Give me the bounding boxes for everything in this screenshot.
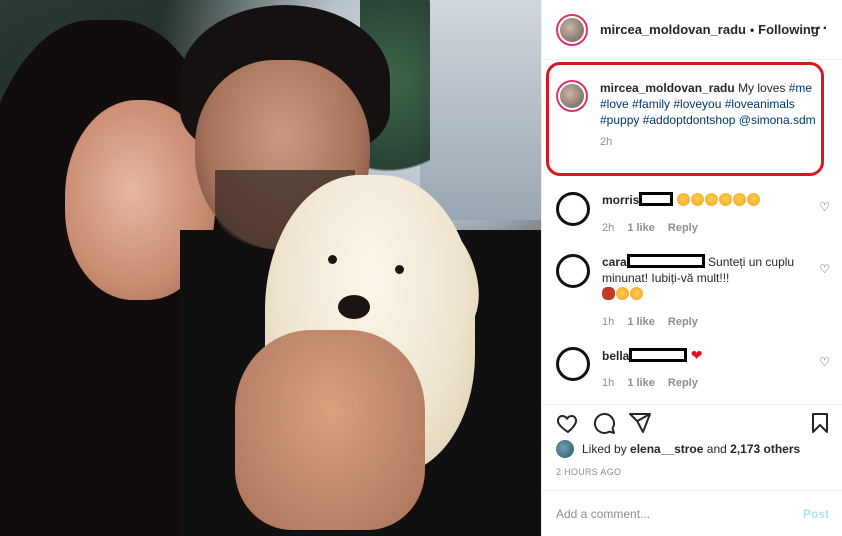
caption-time[interactable]: 2h <box>600 134 820 150</box>
comment-likes[interactable]: 1 like <box>627 222 655 234</box>
kissing-emoji <box>630 287 643 300</box>
liker-avatar[interactable] <box>556 440 574 458</box>
puppy-eye <box>395 265 404 274</box>
author-avatar[interactable] <box>556 13 588 46</box>
comment-item: morris 2h 1 like Reply ♡ <box>556 192 836 240</box>
comment-meta: 1h 1 like Reply <box>602 377 708 389</box>
heart-icon[interactable] <box>556 411 580 435</box>
heart-eyes-emoji <box>732 193 746 206</box>
comment-body: cara Sunteți un cuplu minunat! Iubiți-vă… <box>602 254 802 302</box>
comment-body: bella ❤ <box>602 347 802 364</box>
comment-likes[interactable]: 1 like <box>627 316 655 328</box>
comment-item: bella ❤ 1h 1 like Reply ♡ <box>556 347 836 395</box>
reply-button[interactable]: Reply <box>668 377 698 389</box>
reply-button[interactable]: Reply <box>668 222 698 234</box>
background-wall <box>420 0 541 220</box>
comment-emojis <box>676 193 761 207</box>
caption-username[interactable]: mircea_moldovan_radu <box>600 81 735 95</box>
heart-eyes-emoji <box>746 193 760 206</box>
post-photo[interactable] <box>0 0 541 536</box>
commenter-avatar[interactable] <box>556 192 590 226</box>
heart-icon[interactable]: ♡ <box>819 355 830 369</box>
puppy-eye <box>328 255 337 264</box>
heart-eyes-emoji <box>718 193 732 206</box>
heart-eyes-emoji <box>690 193 704 206</box>
action-bar <box>542 404 842 436</box>
liker-username[interactable]: elena__stroe <box>630 442 703 456</box>
heart-icon[interactable]: ♡ <box>819 200 830 214</box>
comment-icon[interactable] <box>592 411 616 435</box>
comment-likes[interactable]: 1 like <box>627 377 655 389</box>
comment-time[interactable]: 1h <box>602 377 614 389</box>
post-button[interactable]: Post <box>803 507 829 521</box>
reply-button[interactable]: Reply <box>668 316 698 328</box>
caption-avatar[interactable] <box>556 80 588 112</box>
redaction-box <box>639 192 674 206</box>
red-heart-emoji: ❤ <box>690 347 703 363</box>
caption-message: My loves <box>738 81 786 95</box>
comment-meta: 2h 1 like Reply <box>602 222 708 234</box>
add-comment-bar: Add a comment... Post <box>542 490 842 536</box>
comment-time[interactable]: 2h <box>602 222 614 234</box>
bookmark-icon[interactable] <box>808 411 832 435</box>
commenter-avatar[interactable] <box>556 254 590 288</box>
post-timestamp[interactable]: 2 HOURS AGO <box>556 467 621 477</box>
author-username[interactable]: mircea_moldovan_radu <box>600 22 746 37</box>
comment-time[interactable]: 1h <box>602 316 614 328</box>
liked-by-prefix: Liked by <box>582 442 627 456</box>
heart-eyes-emoji <box>704 193 718 206</box>
likes-count[interactable]: 2,173 others <box>730 442 800 456</box>
commenter-avatar[interactable] <box>556 347 590 381</box>
caption: mircea_moldovan_radu My loves #me #love … <box>556 80 826 150</box>
more-icon[interactable]: ··· <box>810 20 829 38</box>
lips-emoji <box>602 287 615 300</box>
caption-text: mircea_moldovan_radu My loves #me #love … <box>600 80 820 150</box>
comment-username[interactable]: morris <box>602 193 639 207</box>
separator-dot: • <box>749 22 755 37</box>
share-icon[interactable] <box>628 411 652 435</box>
heart-eyes-emoji <box>676 193 690 206</box>
comment-username[interactable]: bella <box>602 349 629 363</box>
comment-item: cara Sunteți un cuplu minunat! Iubiți-vă… <box>556 254 836 332</box>
hugging-emoji <box>616 287 629 300</box>
redaction-box <box>629 348 688 362</box>
comment-username[interactable]: cara <box>602 255 627 269</box>
man-hand <box>235 330 425 530</box>
post-sidebar: mircea_moldovan_radu • Following ··· mir… <box>541 0 842 536</box>
comment-body: morris <box>602 192 802 208</box>
liked-by-conj: and <box>706 442 727 456</box>
comment-input[interactable]: Add a comment... <box>556 507 650 521</box>
post-header: mircea_moldovan_radu • Following ··· <box>542 0 842 60</box>
puppy-nose <box>338 295 370 319</box>
comment-meta: 1h 1 like Reply <box>602 316 708 328</box>
redaction-box <box>626 254 705 268</box>
liked-by: Liked by elena__stroe and 2,173 others <box>556 440 800 458</box>
heart-icon[interactable]: ♡ <box>819 262 830 276</box>
